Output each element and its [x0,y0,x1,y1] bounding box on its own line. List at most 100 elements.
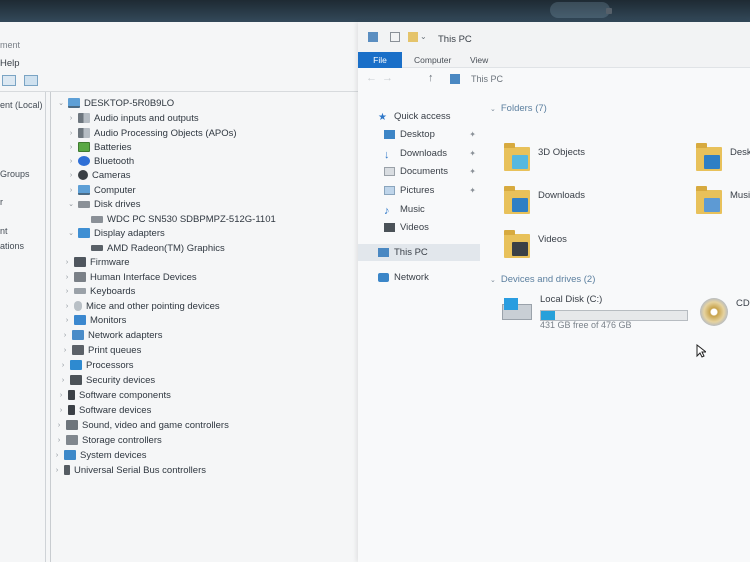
tree-device[interactable]: AMD Radeon(TM) Graphics [91,241,225,255]
folders-group-header[interactable]: ⌄ Folders (7) [490,103,547,114]
chevron-right-icon[interactable]: › [63,274,71,281]
console-tree-item[interactable]: ations [0,241,24,251]
chevron-right-icon[interactable]: › [57,407,65,414]
computer-icon [78,185,90,195]
folder-music[interactable]: Musi [696,186,750,226]
chevron-right-icon[interactable]: › [67,144,75,151]
chevron-right-icon[interactable]: › [63,288,71,295]
drive-free-space: 431 GB free of 476 GB [540,320,632,330]
scan-hardware-icon[interactable] [24,75,38,86]
tree-category[interactable]: › Universal Serial Bus controllers [53,463,206,477]
tree-category[interactable]: › Print queues [61,343,142,357]
tree-category[interactable]: › Mice and other pointing devices [63,299,220,313]
tree-category[interactable]: › Keyboards [63,284,136,298]
tree-category[interactable]: › Audio inputs and outputs [67,111,199,125]
chevron-right-icon[interactable]: › [67,158,75,165]
tree-category[interactable]: › Storage controllers [55,433,162,447]
chevron-right-icon[interactable]: › [55,437,63,444]
tree-category[interactable]: › Network adapters [61,328,163,342]
chevron-down-icon[interactable]: ⌄ [67,229,75,237]
tree-category[interactable]: › Processors [59,358,134,372]
nav-this-pc[interactable]: This PC [358,244,480,261]
chevron-right-icon[interactable]: › [63,259,71,266]
chevron-right-icon[interactable]: › [57,392,65,399]
chevron-right-icon[interactable]: › [63,317,71,324]
storage-icon [66,435,78,445]
chevron-right-icon[interactable]: › [61,347,69,354]
folder-downloads[interactable]: Downloads [504,186,634,226]
screen-bezel [0,0,750,22]
tree-category[interactable]: › Software components [57,388,171,402]
back-arrow-icon[interactable]: ← [366,72,377,84]
tree-category[interactable]: › Batteries [67,140,132,154]
pin-icon[interactable]: ✦ [469,167,476,176]
tree-category[interactable]: › Firmware [63,255,130,269]
folder-3d-objects[interactable]: 3D Objects [504,143,634,183]
tree-device[interactable]: WDC PC SN530 SDBPMPZ-512G-1101 [91,212,276,226]
console-tree-item[interactable]: ent (Local) [0,100,43,110]
chevron-right-icon[interactable]: › [67,130,75,137]
nav-network[interactable]: Network [358,269,480,286]
chevron-down-icon[interactable]: ⌄ [490,105,496,113]
chevron-right-icon[interactable]: › [67,187,75,194]
chevron-down-icon[interactable]: ⌄ [490,276,496,284]
tree-category[interactable]: › Human Interface Devices [63,270,197,284]
nav-music[interactable]: ♪ Music [358,201,480,218]
nav-downloads[interactable]: ↓ Downloads ✦ [358,145,480,162]
tab-file[interactable]: File [358,52,402,68]
chevron-right-icon[interactable]: › [67,115,75,122]
chevron-right-icon[interactable]: › [53,452,61,459]
devices-group-header[interactable]: ⌄ Devices and drives (2) [490,274,595,285]
chevron-right-icon[interactable]: › [67,172,75,179]
console-tree-item[interactable]: Groups [0,169,30,179]
tree-category[interactable]: › System devices [53,448,147,462]
properties-icon[interactable] [2,75,16,86]
nav-videos[interactable]: Videos [358,219,480,236]
tree-category[interactable]: › Sound, video and game controllers [55,418,229,432]
pin-icon[interactable]: ✦ [469,186,476,195]
drive-cd[interactable]: CD [700,294,750,334]
tree-root-label: DESKTOP-5R0B9LO [84,97,175,109]
tree-category[interactable]: › Computer [67,183,136,197]
console-tree-item[interactable]: r [0,197,3,207]
pin-icon[interactable]: ✦ [469,130,476,139]
tree-category[interactable]: ⌄ Display adapters [67,226,165,240]
chevron-right-icon[interactable]: › [55,422,63,429]
tree-category[interactable]: › Bluetooth [67,154,134,168]
breadcrumb[interactable]: This PC [471,74,503,84]
forward-arrow-icon[interactable]: → [382,72,393,84]
chevron-right-icon[interactable]: › [59,362,67,369]
chevron-down-icon[interactable]: ⌄ [57,99,65,107]
folder-desktop[interactable]: Deskt [696,143,750,183]
folder-videos[interactable]: Videos [504,230,634,270]
tab-view[interactable]: View [462,52,496,68]
tree-category[interactable]: › Cameras [67,168,131,182]
chevron-right-icon[interactable]: › [63,303,71,310]
customize-qat-icon[interactable]: ⌄ [420,32,430,42]
tree-category[interactable]: › Monitors [63,313,127,327]
network-icon [378,273,389,282]
nav-documents[interactable]: Documents ✦ [358,163,480,180]
properties-checkbox-icon[interactable] [390,32,400,42]
software-icon [68,390,75,400]
chevron-right-icon[interactable]: › [59,377,67,384]
tab-computer[interactable]: Computer [406,52,459,68]
new-folder-icon[interactable] [408,32,418,42]
pin-icon[interactable]: ✦ [469,149,476,158]
menu-help[interactable]: Help [0,58,20,69]
console-tree-item[interactable]: nt [0,226,8,236]
tree-category[interactable]: ⌄ Disk drives [67,197,140,211]
nav-desktop[interactable]: Desktop ✦ [358,126,480,143]
chevron-right-icon[interactable]: › [61,332,69,339]
category-label: Sound, video and game controllers [82,419,229,431]
tree-root[interactable]: ⌄ DESKTOP-5R0B9LO [57,96,174,110]
tree-category[interactable]: › Audio Processing Objects (APOs) [67,126,237,140]
up-arrow-icon[interactable]: ↑ [428,72,434,84]
chevron-down-icon[interactable]: ⌄ [67,200,75,208]
tree-category[interactable]: › Security devices [59,373,155,387]
nav-quick-access[interactable]: ★ Quick access [358,108,480,125]
chevron-right-icon[interactable]: › [53,467,61,474]
tree-category[interactable]: › Software devices [57,403,152,417]
nav-pictures[interactable]: Pictures ✦ [358,182,480,199]
display-adapter-icon [78,228,90,238]
